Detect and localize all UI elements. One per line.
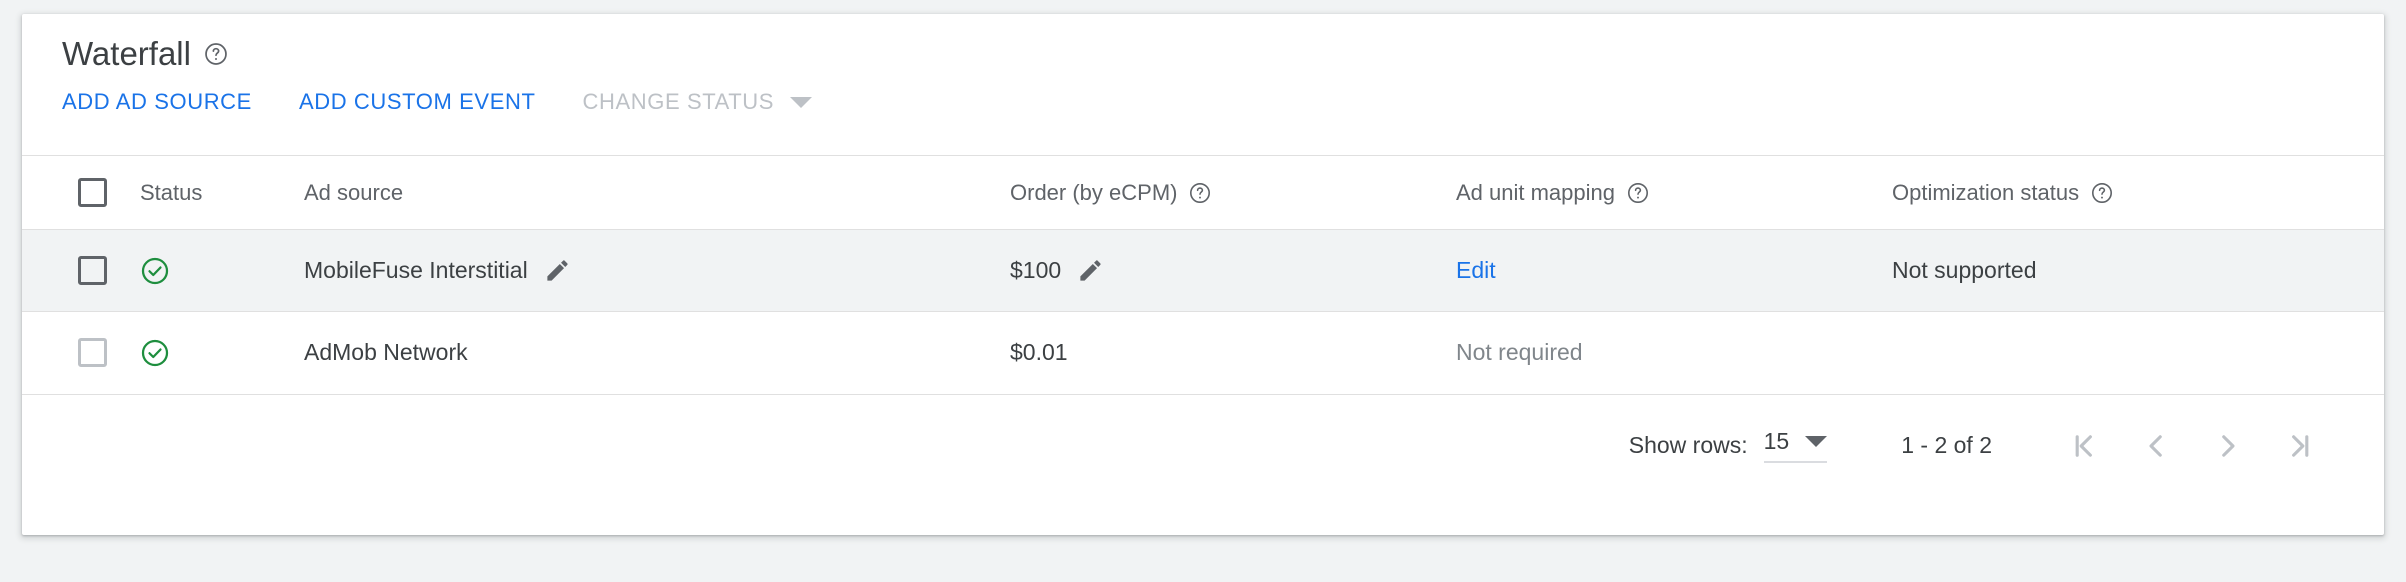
row-optimization-status-cell (1892, 312, 2384, 394)
action-toolbar: ADD AD SOURCE ADD CUSTOM EVENT CHANGE ST… (22, 82, 2384, 122)
row-order-cell: $100 (1010, 230, 1456, 312)
table-row[interactable]: MobileFuse Interstitial $100 Edit Not su… (22, 229, 2384, 312)
column-header-order: Order (by eCPM) (1010, 156, 1456, 230)
rows-per-page-select[interactable]: 15 (1763, 428, 1828, 463)
column-header-ad-unit-mapping-label: Ad unit mapping (1456, 179, 1615, 205)
column-header-ad-unit-mapping: Ad unit mapping (1456, 156, 1892, 230)
ad-unit-mapping-help-icon[interactable] (1626, 181, 1650, 205)
previous-page-button[interactable] (2120, 418, 2192, 474)
column-header-optimization-status: Optimization status (1892, 156, 2384, 230)
row-select-cell (22, 230, 140, 312)
show-rows-label: Show rows: (1628, 432, 1748, 458)
table-header-row: Status Ad source Order (by eCPM) Ad unit… (22, 155, 2384, 230)
table-row[interactable]: AdMob Network $0.01 Not required (22, 311, 2384, 394)
order-value: $100 (1010, 257, 1062, 283)
pagination-controls (2048, 418, 2336, 474)
row-status-cell (140, 230, 304, 312)
help-outline-icon[interactable] (203, 41, 229, 67)
page-title: Waterfall (62, 35, 191, 72)
row-ad-unit-mapping-cell: Edit (1456, 230, 1892, 312)
column-header-optimization-status-label: Optimization status (1892, 179, 2080, 205)
add-custom-event-button[interactable]: ADD CUSTOM EVENT (299, 89, 536, 115)
rows-per-page-value: 15 (1763, 428, 1790, 454)
row-checkbox[interactable] (78, 338, 107, 368)
waterfall-card: Waterfall ADD AD SOURCE ADD CUSTOM EVENT… (22, 14, 2384, 535)
change-status-label: CHANGE STATUS (582, 89, 775, 114)
edit-ad-unit-mapping-link[interactable]: Edit (1456, 257, 1496, 283)
column-header-ad-source: Ad source (304, 156, 1010, 230)
row-order-cell: $0.01 (1010, 312, 1456, 394)
row-ad-source-cell: AdMob Network (304, 312, 1010, 394)
row-optimization-status-cell: Not supported (1892, 257, 2037, 283)
column-header-order-label: Order (by eCPM) (1010, 179, 1178, 205)
row-checkbox[interactable] (78, 256, 107, 285)
next-page-button[interactable] (2192, 418, 2264, 474)
order-help-icon[interactable] (1188, 181, 1212, 205)
first-page-button[interactable] (2048, 418, 2120, 474)
check-circle-icon (140, 338, 170, 368)
last-page-button[interactable] (2264, 418, 2336, 474)
optimization-status-help-icon[interactable] (2090, 181, 2114, 205)
row-select-cell (22, 312, 140, 394)
pagination-range-text: 1 - 2 of 2 (1901, 432, 1992, 458)
select-all-header (22, 156, 140, 230)
column-header-status: Status (140, 156, 304, 230)
column-header-status-label: Status (140, 179, 203, 205)
check-circle-icon (140, 256, 170, 286)
card-header: Waterfall (22, 14, 2384, 72)
edit-order-pencil-icon[interactable] (1077, 257, 1104, 284)
row-ad-source-cell: MobileFuse Interstitial (304, 230, 1010, 312)
table-footer: Show rows: 15 1 - 2 of 2 (22, 393, 2384, 497)
column-header-ad-source-label: Ad source (304, 179, 404, 205)
order-value: $0.01 (1010, 339, 1068, 366)
page-background: Waterfall ADD AD SOURCE ADD CUSTOM EVENT… (0, 0, 2406, 582)
ad-source-name: AdMob Network (304, 339, 468, 366)
waterfall-table: Status Ad source Order (by eCPM) Ad unit… (22, 155, 2384, 394)
edit-ad-source-pencil-icon[interactable] (544, 257, 571, 284)
change-status-button[interactable]: CHANGE STATUS (583, 89, 813, 115)
chevron-down-icon (790, 96, 813, 108)
ad-source-name: MobileFuse Interstitial (304, 257, 528, 283)
row-status-cell (140, 312, 304, 394)
select-all-checkbox[interactable] (78, 178, 107, 207)
chevron-down-icon (1805, 436, 1828, 447)
row-ad-unit-mapping-cell: Not required (1456, 339, 1583, 366)
add-ad-source-button[interactable]: ADD AD SOURCE (62, 89, 252, 115)
